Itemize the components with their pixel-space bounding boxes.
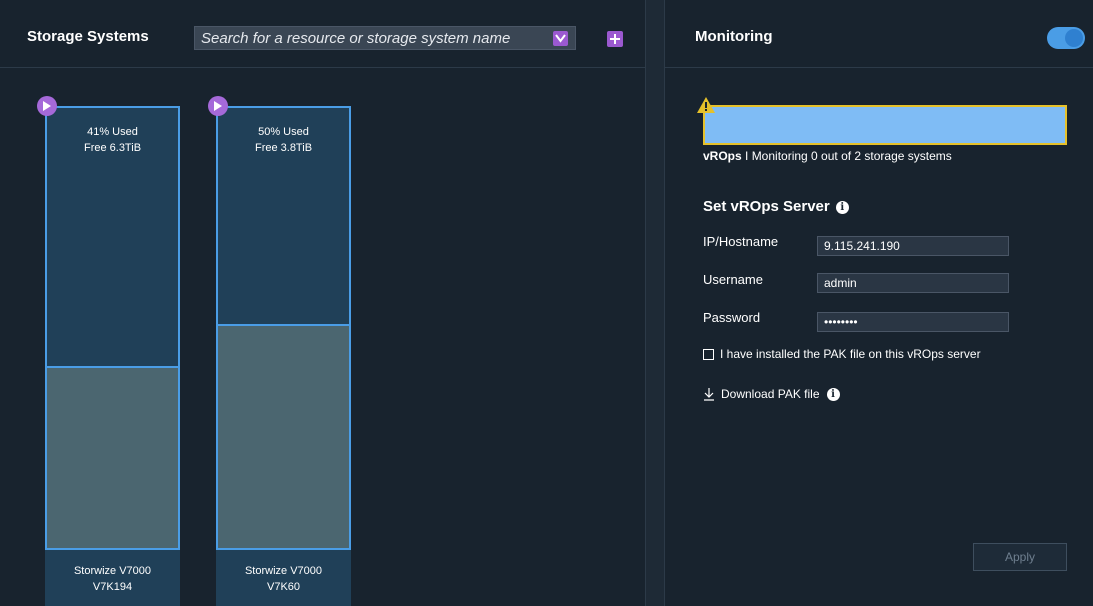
section-title: Set vROps Server i	[703, 198, 849, 215]
usage-percent: 41% Used	[87, 126, 138, 138]
warning-icon	[697, 97, 715, 113]
usage-info: 41% Used Free 6.3TiB	[45, 124, 180, 156]
play-icon	[214, 101, 222, 111]
card-border	[216, 106, 351, 606]
search-input[interactable]	[201, 29, 541, 47]
monitoring-header: Monitoring	[665, 0, 1093, 68]
username-label: Username	[703, 272, 763, 287]
username-input[interactable]	[817, 273, 1009, 293]
card-border	[45, 106, 180, 606]
panel-splitter[interactable]	[645, 0, 665, 606]
password-label: Password	[703, 310, 761, 325]
play-icon	[43, 101, 51, 111]
system-name: V7K194	[92, 581, 133, 593]
plus-icon	[610, 34, 620, 44]
status-prefix: vROps	[703, 149, 742, 163]
chevron-down-icon[interactable]	[553, 31, 568, 46]
apply-button[interactable]: Apply	[973, 543, 1067, 571]
toggle-knob	[1065, 29, 1083, 47]
storage-systems-title: Storage Systems	[27, 28, 149, 45]
monitoring-panel: Monitoring vROps I Monitoring 0 out of 2…	[665, 0, 1093, 606]
pak-installed-checkbox-row[interactable]: I have installed the PAK file on this vR…	[703, 347, 981, 361]
system-model: Storwize V7000	[73, 565, 152, 577]
search-box[interactable]	[194, 26, 576, 50]
download-icon	[704, 388, 714, 401]
ip-label: IP/Hostname	[703, 234, 779, 249]
play-button[interactable]	[37, 96, 57, 116]
system-label: Storwize V7000 V7K60	[216, 548, 351, 606]
system-name: V7K60	[266, 581, 301, 593]
system-model: Storwize V7000	[244, 565, 323, 577]
usage-info: 50% Used Free 3.8TiB	[216, 124, 351, 156]
play-button[interactable]	[208, 96, 228, 116]
checkbox-label: I have installed the PAK file on this vR…	[720, 347, 981, 361]
status-text: I Monitoring 0 out of 2 storage systems	[741, 149, 952, 163]
download-label: Download PAK file	[721, 387, 820, 401]
section-title-text: Set vROps Server	[703, 198, 830, 215]
storage-system-card-2[interactable]: 50% Used Free 3.8TiB Storwize V7000 V7K6…	[208, 96, 351, 606]
usage-percent: 50% Used	[258, 126, 309, 138]
monitoring-status: vROps I Monitoring 0 out of 2 storage sy…	[703, 149, 952, 163]
ip-hostname-input[interactable]	[817, 236, 1009, 256]
system-label: Storwize V7000 V7K194	[45, 548, 180, 606]
free-space: Free 3.8TiB	[254, 142, 313, 154]
storage-systems-header: Storage Systems	[0, 0, 645, 68]
free-space: Free 6.3TiB	[83, 142, 142, 154]
monitoring-title: Monitoring	[695, 28, 773, 45]
info-icon[interactable]: i	[826, 387, 840, 401]
storage-systems-panel: Storage Systems 41% Used Free 6.3TiB Sto…	[0, 0, 645, 606]
info-icon[interactable]: i	[835, 200, 849, 214]
storage-system-card-1[interactable]: 41% Used Free 6.3TiB Storwize V7000 V7K1…	[37, 96, 180, 606]
pak-installed-checkbox[interactable]	[703, 348, 714, 360]
add-storage-system-button[interactable]	[607, 31, 623, 47]
download-pak-link[interactable]: Download PAK file i	[703, 387, 840, 401]
password-input[interactable]	[817, 312, 1009, 332]
monitoring-toggle[interactable]	[1047, 27, 1085, 49]
warning-banner	[697, 97, 1067, 145]
